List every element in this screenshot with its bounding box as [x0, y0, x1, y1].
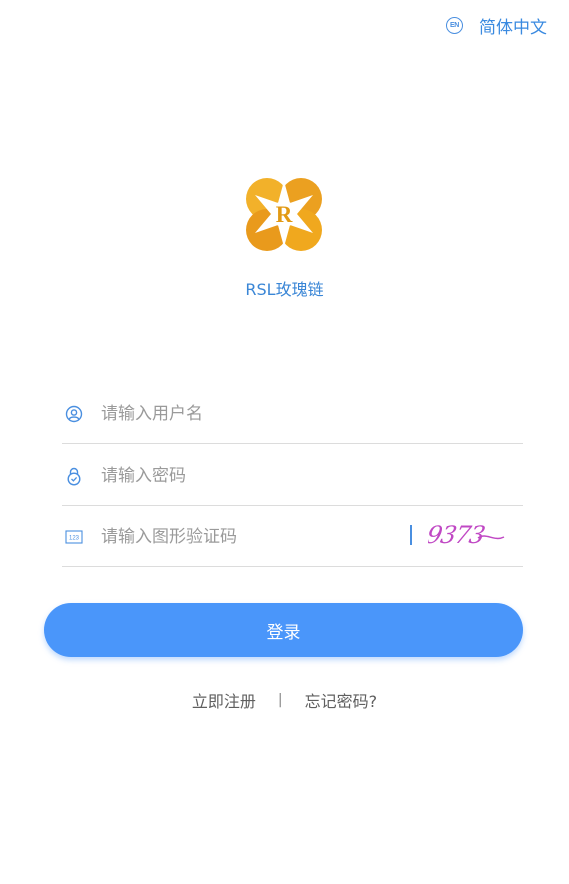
password-field [62, 446, 523, 506]
captcha-image[interactable]: 9373 [428, 520, 506, 550]
username-input[interactable] [101, 403, 381, 424]
app-name: RSL玫瑰链 [245, 280, 324, 299]
captcha-input[interactable] [101, 526, 381, 547]
lock-icon [64, 466, 84, 486]
language-label[interactable]: 简体中文 [479, 13, 547, 38]
app-logo: R [245, 175, 323, 253]
captcha-code: 9373 [428, 520, 488, 549]
rose-logo-icon: R [246, 178, 322, 251]
password-input[interactable] [101, 465, 381, 486]
logo-letter: R [276, 202, 293, 227]
language-icon: EN [446, 16, 463, 34]
captcha-field: 123 9373 [62, 507, 523, 567]
user-icon [64, 404, 84, 424]
username-field [62, 384, 523, 444]
captcha-separator [410, 525, 412, 545]
register-link[interactable]: 立即注册 [192, 688, 256, 712]
captcha-icon: 123 [64, 527, 84, 547]
auth-links: 立即注册 | 忘记密码? [0, 688, 569, 712]
login-button[interactable]: 登录 [44, 603, 523, 657]
forgot-password-link[interactable]: 忘记密码? [305, 688, 378, 712]
svg-text:123: 123 [69, 535, 80, 541]
language-switcher[interactable]: EN 简体中文 [446, 12, 547, 38]
link-divider: | [277, 692, 283, 708]
